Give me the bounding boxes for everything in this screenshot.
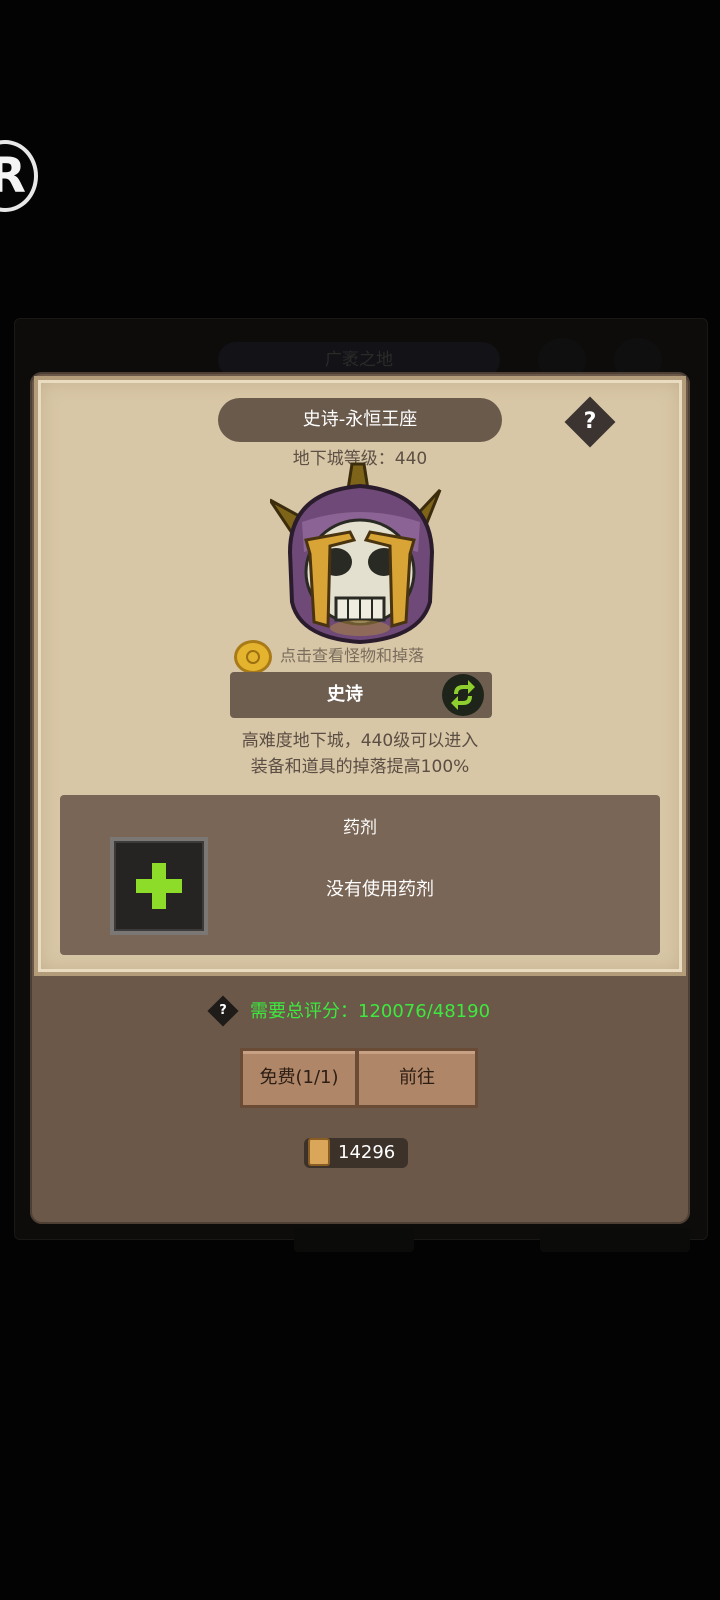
requirement-text: 需要总评分：120076/48190 bbox=[250, 1001, 491, 1022]
loot-hint-link[interactable]: 点击查看怪物和掉落 bbox=[280, 642, 424, 666]
scroll-counter: 14296 bbox=[304, 1138, 408, 1168]
dungeon-description: 高难度地下城，440级可以进入 装备和道具的掉落提高100% bbox=[180, 728, 540, 780]
description-line: 装备和道具的掉落提高100% bbox=[250, 757, 470, 777]
difficulty-selector[interactable]: 史诗 bbox=[230, 672, 492, 718]
r-badge-icon[interactable]: R bbox=[0, 140, 38, 212]
scroll-icon bbox=[308, 1138, 330, 1166]
switch-difficulty-icon[interactable] bbox=[442, 674, 484, 716]
question-icon: ? bbox=[583, 409, 597, 434]
background-button bbox=[540, 1228, 690, 1252]
background-button bbox=[294, 1228, 414, 1252]
skull-knight-monster-icon[interactable] bbox=[270, 462, 450, 650]
difficulty-label: 史诗 bbox=[327, 684, 363, 705]
potion-panel: 药剂 没有使用药剂 bbox=[60, 795, 660, 955]
question-icon: ? bbox=[219, 1003, 227, 1018]
potion-empty-text: 没有使用药剂 bbox=[326, 879, 434, 900]
go-button[interactable]: 前往 bbox=[356, 1048, 478, 1108]
coin-icon[interactable] bbox=[234, 640, 272, 674]
scroll-count-value: 14296 bbox=[338, 1142, 396, 1163]
potion-title: 药剂 bbox=[343, 818, 377, 838]
requirement-help-button[interactable]: ? bbox=[207, 995, 239, 1027]
free-button[interactable]: 免费(1/1) bbox=[240, 1048, 358, 1108]
dungeon-title: 史诗-永恒王座 bbox=[218, 398, 502, 442]
description-line: 高难度地下城，440级可以进入 bbox=[241, 731, 479, 751]
help-button[interactable]: ? bbox=[564, 396, 616, 448]
plus-icon bbox=[136, 863, 182, 909]
add-potion-button[interactable] bbox=[110, 837, 208, 935]
